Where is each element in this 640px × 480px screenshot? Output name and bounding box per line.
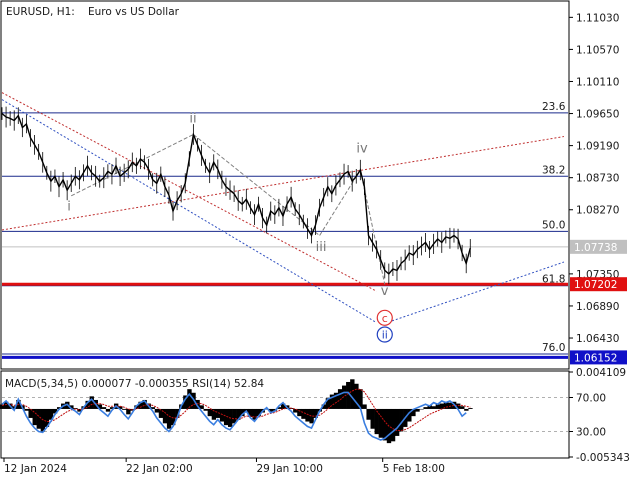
y-tick-label: 1.11030 — [576, 12, 619, 24]
macd-hist-bar — [301, 408, 306, 419]
macd-hist-bar — [166, 408, 172, 429]
wave-label: ii — [189, 112, 196, 127]
osc-y-tick-label: 30.00 — [576, 427, 606, 439]
osc-y-tick-label: -0.005343 — [576, 452, 630, 464]
y-tick-label: 1.10570 — [576, 44, 619, 56]
chart-symbol: EURUSD, H1: — [6, 6, 75, 18]
y-tick-label: 1.06890 — [576, 301, 619, 313]
macd-hist-bar — [460, 406, 465, 409]
macd-hist-bar — [232, 408, 237, 424]
macd-hist-bar — [415, 408, 420, 412]
y-tick-label: 1.09650 — [576, 109, 619, 121]
current-price-tag: 1.07738 — [574, 242, 617, 254]
macd-hist-bar — [378, 408, 384, 438]
y-tick-label: 1.10110 — [576, 76, 619, 88]
macd-hist-bar — [207, 408, 213, 417]
oscillator-title: MACD(5,34,5) 0.000077 -0.000355 RSI(14) … — [5, 378, 264, 390]
macd-hist-bar — [305, 408, 310, 422]
macd-hist-bar — [350, 379, 355, 409]
macd-hist-bar — [370, 408, 375, 429]
wave-label: iv — [356, 142, 368, 157]
macd-hist-bar — [105, 408, 111, 412]
macd-hist-bar — [390, 408, 396, 442]
y-tick-label: 1.08270 — [576, 205, 619, 217]
macd-hist-bar — [366, 408, 371, 420]
chart-description: Euro vs US Dollar — [88, 6, 180, 18]
y-tick-label: 1.09190 — [576, 141, 619, 153]
macd-hist-bar — [122, 408, 127, 410]
x-tick-label: 5 Feb 18:00 — [383, 463, 445, 475]
macd-hist-bar — [28, 408, 33, 418]
y-tick-label: 1.06430 — [576, 333, 619, 345]
osc-y-tick-label: 70.00 — [576, 393, 606, 405]
macd-hist-bar — [362, 404, 367, 409]
fib-level-label: 23.6 — [542, 101, 566, 113]
macd-hist-bar — [468, 408, 473, 409]
x-tick-label: 12 Jan 2024 — [4, 463, 67, 475]
macd-hist-bar — [158, 408, 164, 418]
macd-hist-bar — [431, 406, 436, 409]
macd-hist-bar — [423, 407, 428, 409]
fib-level-label: 50.0 — [542, 219, 565, 231]
macd-hist-bar — [419, 408, 424, 410]
macd-hist-bar — [36, 408, 41, 429]
wave-label: v — [381, 284, 389, 299]
support-price-tag: 1.07202 — [574, 279, 617, 291]
macd-hist-bar — [394, 408, 400, 436]
main-plot-frame — [0, 0, 570, 370]
macd-hist-bar — [203, 408, 208, 411]
x-tick-label: 22 Jan 02:00 — [126, 463, 192, 475]
y-tick-label: 1.08730 — [576, 173, 619, 185]
macd-hist-bar — [24, 408, 29, 411]
osc-y-tick-label: 0.004109 — [576, 367, 626, 379]
macd-hist-bar — [154, 408, 160, 413]
macd-hist-bar — [374, 408, 379, 435]
macd-hist-bar — [187, 389, 192, 409]
x-tick-label: 29 Jan 10:00 — [256, 463, 322, 475]
macd-hist-bar — [382, 408, 388, 441]
macd-hist-bar — [101, 407, 107, 409]
chart-canvas: EURUSD, H1: Euro vs US Dollar MACD(5,34,… — [0, 0, 630, 475]
fib-level-label: 76.0 — [542, 342, 565, 354]
macd-hist-bar — [464, 408, 469, 411]
circle-label-text: c — [382, 312, 388, 325]
wave-label: iii — [316, 240, 327, 255]
support-price-tag: 1.06152 — [574, 352, 617, 364]
wave-label: i — [67, 199, 71, 214]
fib-level-label: 38.2 — [542, 164, 565, 176]
macd-hist-bar — [297, 408, 302, 417]
circle-label-text: ii — [382, 329, 388, 342]
